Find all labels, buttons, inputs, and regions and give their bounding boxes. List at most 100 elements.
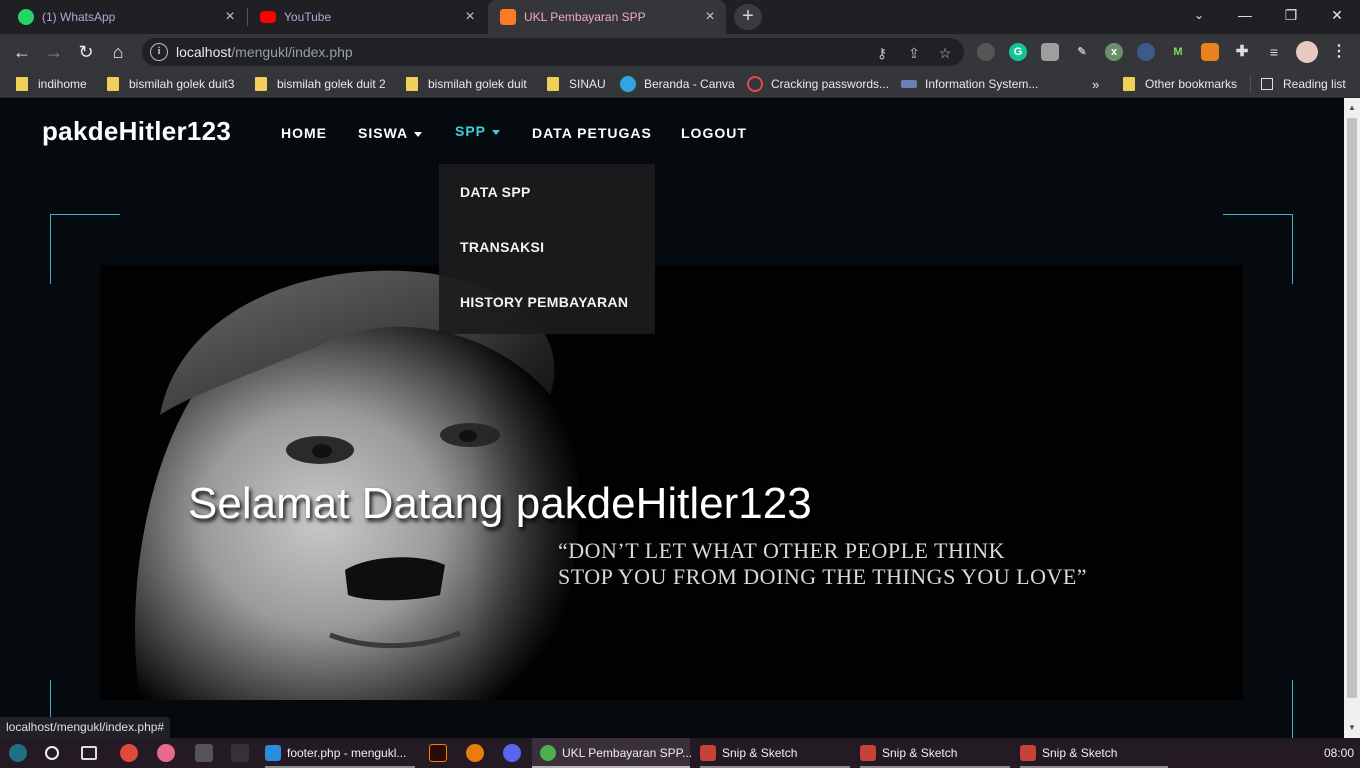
close-tab-icon[interactable]: × (460, 8, 480, 26)
dropdown-item-transaksi[interactable]: TRANSAKSI (460, 239, 544, 255)
home-icon[interactable]: ⌂ (106, 40, 130, 64)
blender-icon[interactable] (466, 744, 484, 762)
pocket-app-icon[interactable] (120, 744, 138, 762)
nav-siswa[interactable]: SISWA (358, 125, 423, 141)
illustrator-icon[interactable] (429, 744, 447, 762)
taskbar-app-chrome[interactable]: UKL Pembayaran SPP... (532, 738, 693, 768)
task-view-icon[interactable] (81, 746, 97, 760)
windows-taskbar: footer.php - mengukl... UKL Pembayaran S… (0, 738, 1360, 768)
folder-icon (255, 77, 267, 91)
taskbar-app-label: footer.php - mengukl... (287, 746, 407, 760)
key-icon[interactable]: ⚷ (874, 45, 890, 61)
folder-icon (107, 77, 119, 91)
grammarly-icon[interactable]: G (1009, 43, 1027, 61)
web-page: pakdeHitler123 HOME SISWA SPP DATA PETUG… (0, 98, 1344, 738)
app-icon[interactable] (157, 744, 175, 762)
other-bookmarks[interactable]: Other bookmarks (1123, 76, 1237, 92)
bookmark-label: Beranda - Canva (644, 77, 735, 91)
scroll-down-arrow-icon[interactable]: ▼ (1344, 720, 1360, 736)
folder-icon (16, 77, 28, 91)
bookmark-folder[interactable]: indihome (16, 76, 87, 92)
bookmark-link[interactable]: Information System... (901, 76, 1038, 92)
extension-screenshot-icon[interactable] (1041, 43, 1059, 61)
taskbar-app-snip-sketch[interactable]: Snip & Sketch (1020, 738, 1170, 768)
tab-ukl-pembayaran[interactable]: UKL Pembayaran SPP × (488, 0, 726, 34)
taskbar-app-label: Snip & Sketch (1042, 746, 1118, 760)
discord-icon[interactable] (503, 744, 521, 762)
nav-spp[interactable]: SPP (455, 123, 501, 139)
restore-button[interactable]: ❐ (1268, 0, 1314, 30)
menu-dots-icon[interactable]: ⋮ (1330, 43, 1348, 61)
target-icon (747, 76, 763, 92)
nav-logout[interactable]: LOGOUT (681, 125, 747, 141)
folder-icon (547, 77, 559, 91)
bookmark-link[interactable]: Beranda - Canva (620, 76, 735, 92)
nav-home[interactable]: HOME (281, 125, 327, 141)
spp-dropdown-menu: DATA SPP TRANSAKSI HISTORY PEMBAYARAN (439, 164, 655, 334)
terminal-icon[interactable] (231, 744, 249, 762)
reload-icon[interactable]: ↻ (74, 40, 98, 64)
quote-line-2: STOP YOU FROM DOING THE THINGS YOU LOVE” (558, 564, 1088, 589)
close-window-button[interactable]: ✕ (1314, 0, 1360, 30)
taskbar-app-snip-sketch[interactable]: Snip & Sketch (700, 738, 850, 768)
scrollbar-thumb[interactable] (1347, 118, 1357, 698)
welcome-heading: Selamat Datang pakdeHitler123 (188, 479, 812, 528)
vscode-icon (265, 745, 281, 761)
reading-list[interactable]: Reading list (1250, 76, 1346, 92)
bookmark-label: indihome (38, 77, 87, 91)
profile-avatar[interactable] (1296, 41, 1318, 63)
back-icon[interactable]: ← (10, 40, 34, 64)
browser-tab-strip: (1) WhatsApp × YouTube × UKL Pembayaran … (0, 0, 1360, 34)
site-brand[interactable]: pakdeHitler123 (42, 116, 231, 147)
close-tab-icon[interactable]: × (700, 8, 720, 26)
taskbar-clock[interactable]: 08:00 (1324, 738, 1354, 768)
bookmark-folder[interactable]: SINAU (547, 76, 606, 92)
bookmarks-overflow-button[interactable]: » (1092, 76, 1099, 92)
taskbar-app-label: Snip & Sketch (722, 746, 798, 760)
extension-cursor-icon[interactable] (1137, 43, 1155, 61)
minimize-button[interactable]: — (1222, 0, 1268, 30)
bookmark-star-icon[interactable]: ☆ (937, 45, 953, 61)
tab-title: UKL Pembayaran SPP (524, 10, 646, 24)
box-app-icon[interactable] (195, 744, 213, 762)
site-info-icon[interactable]: i (150, 43, 168, 61)
extension-glasses-icon[interactable] (977, 43, 995, 61)
other-bookmarks-label: Other bookmarks (1145, 77, 1238, 91)
tab-search-icon[interactable]: ⌄ (1176, 0, 1222, 30)
chrome-icon (540, 745, 556, 761)
bookmark-folder[interactable]: bismilah golek duit 2 (255, 76, 386, 92)
bookmark-link[interactable]: Cracking passwords... (747, 76, 889, 92)
start-icon[interactable] (9, 744, 27, 762)
scroll-up-arrow-icon[interactable]: ▲ (1344, 100, 1360, 116)
dropdown-item-data-spp[interactable]: DATA SPP (460, 184, 531, 200)
tab-title: (1) WhatsApp (42, 10, 116, 24)
url-path: /mengukl/index.php (231, 44, 353, 60)
taskbar-app-label: UKL Pembayaran SPP... (562, 746, 693, 760)
tab-whatsapp[interactable]: (1) WhatsApp × (0, 0, 246, 34)
bookmark-folder[interactable]: bismilah golek duit (406, 76, 527, 92)
page-scrollbar[interactable]: ▲ ▼ (1344, 98, 1360, 738)
youtube-icon (260, 11, 276, 23)
share-icon[interactable]: ⇪ (906, 45, 922, 61)
close-tab-icon[interactable]: × (220, 8, 240, 26)
extension-m-icon[interactable]: M (1169, 43, 1187, 61)
extension-pen-icon[interactable]: ✎ (1073, 43, 1091, 61)
tab-youtube[interactable]: YouTube × (248, 0, 486, 34)
new-tab-button[interactable]: + (734, 4, 762, 30)
hero-banner: Selamat Datang pakdeHitler123 “DON’T LET… (100, 265, 1243, 700)
bookmark-folder[interactable]: bismilah golek duit3 (107, 76, 234, 92)
extensions-puzzle-icon[interactable]: ✚ (1233, 43, 1251, 61)
folder-icon (1123, 77, 1135, 91)
nav-data-petugas[interactable]: DATA PETUGAS (532, 125, 652, 141)
address-bar[interactable]: i localhost/mengukl/index.php ⚷ ⇪ ☆ (142, 38, 964, 66)
taskbar-app-snip-sketch[interactable]: Snip & Sketch (860, 738, 1010, 768)
taskbar-app-vscode[interactable]: footer.php - mengukl... (265, 738, 420, 768)
search-icon[interactable] (45, 746, 59, 760)
dropdown-item-history-pembayaran[interactable]: HISTORY PEMBAYARAN (460, 294, 628, 310)
media-control-icon[interactable]: ≡ (1265, 43, 1283, 61)
tab-title: YouTube (284, 10, 332, 24)
extension-x-icon[interactable]: x (1105, 43, 1123, 61)
bookmark-label: bismilah golek duit (428, 77, 527, 91)
metamask-icon[interactable] (1201, 43, 1219, 61)
forward-icon[interactable]: → (42, 40, 66, 64)
